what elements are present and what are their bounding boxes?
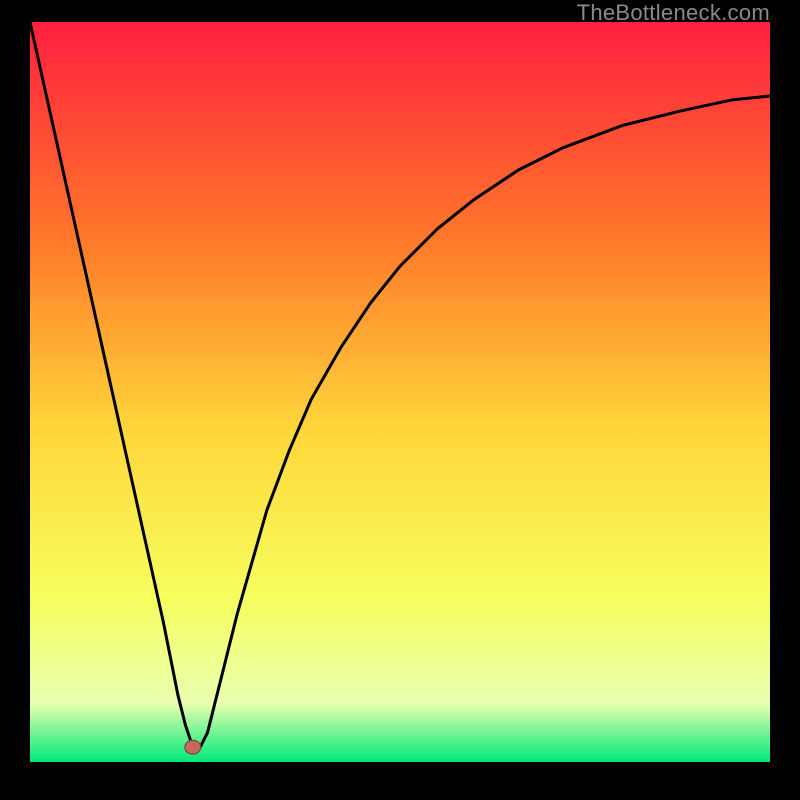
optimal-point-marker [185, 740, 201, 754]
plot-area [30, 22, 770, 762]
chart-svg [30, 22, 770, 762]
gradient-background [30, 22, 770, 762]
chart-frame: { "watermark": "TheBottleneck.com", "col… [0, 0, 800, 800]
